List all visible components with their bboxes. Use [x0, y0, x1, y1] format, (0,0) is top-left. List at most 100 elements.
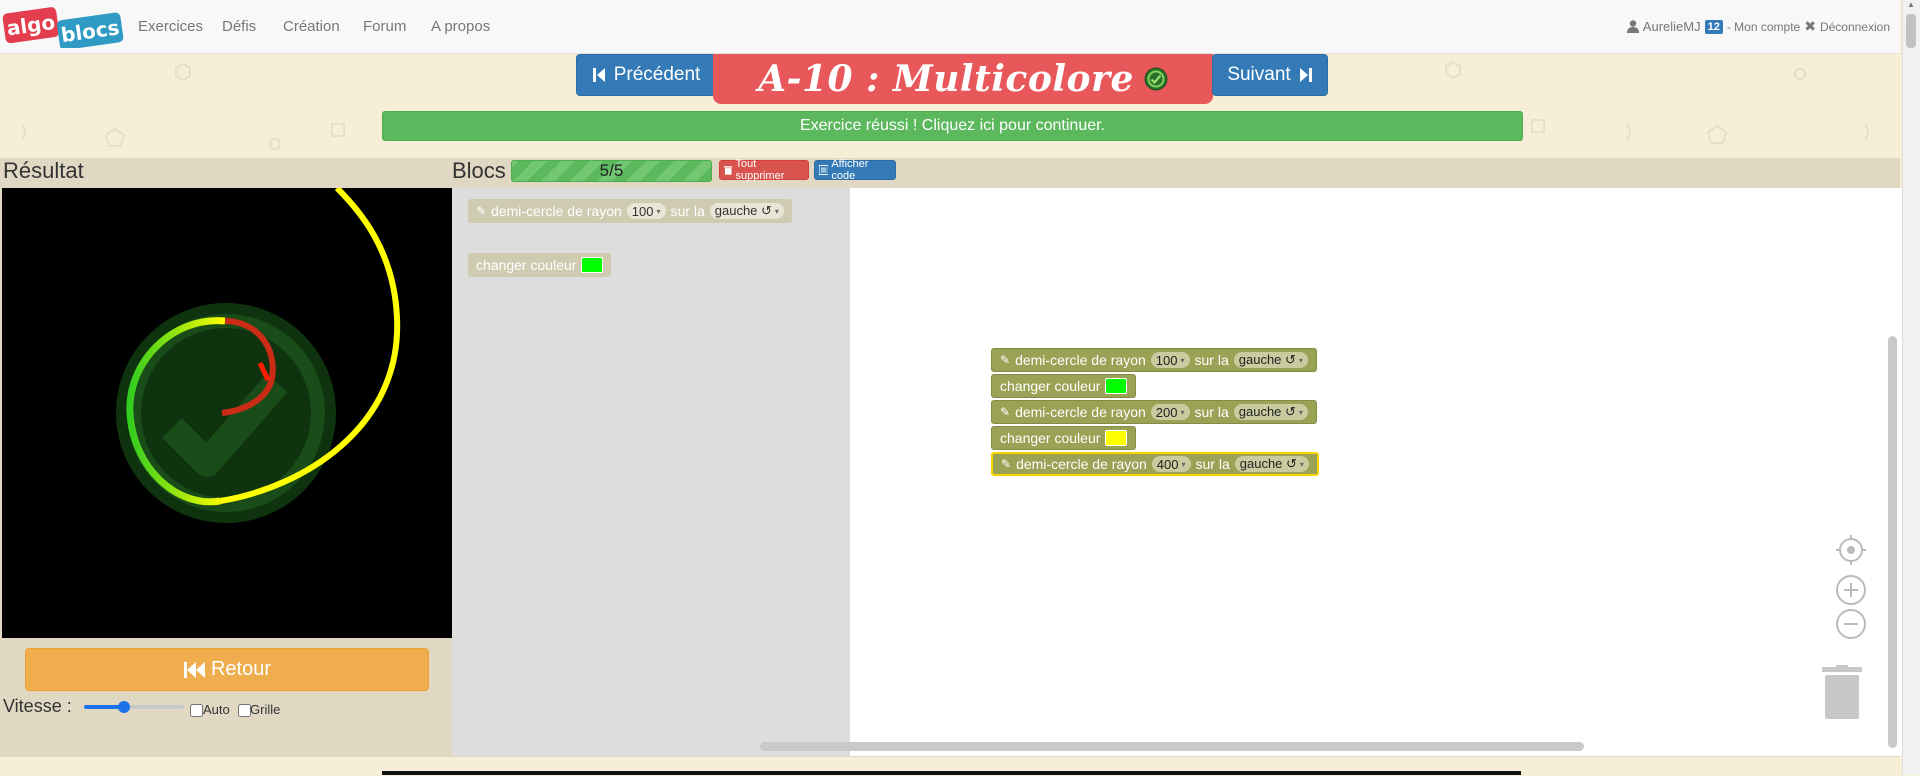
result-canvas: [2, 188, 452, 638]
nav-defis[interactable]: Défis: [222, 18, 256, 35]
logout-link[interactable]: Déconnexion: [1820, 20, 1890, 34]
direction-dropdown[interactable]: gauche ↺ ▾: [709, 203, 784, 219]
show-code-label: Afficher code: [831, 158, 869, 182]
direction-value: gauche ↺: [1239, 456, 1297, 471]
pencil-icon: ✎: [476, 204, 487, 218]
trash-icon: [724, 166, 733, 175]
delete-all-button[interactable]: Tout supprimer: [719, 158, 809, 182]
section-header-strip: [0, 158, 1900, 188]
previous-button[interactable]: Précédent: [576, 54, 716, 96]
account-link[interactable]: - Mon compte: [1727, 20, 1800, 34]
pencil-icon: ✎: [1001, 457, 1012, 471]
close-icon: ✖: [1804, 18, 1816, 34]
zoom-in-icon[interactable]: [1834, 573, 1868, 607]
direction-value: gauche ↺: [714, 203, 772, 218]
color-swatch[interactable]: [581, 257, 604, 273]
block-text: changer couleur: [1000, 378, 1101, 394]
skip-back-icon: [592, 68, 605, 82]
show-code-button[interactable]: Afficher code: [814, 158, 896, 182]
direction-dropdown[interactable]: gauche ↺ ▾: [1234, 456, 1309, 472]
radius-value: 400: [1156, 456, 1179, 472]
nav-exercices[interactable]: Exercices: [138, 18, 203, 35]
dropdown-caret-icon: ▾: [1180, 355, 1185, 365]
radius-value: 100: [1155, 352, 1178, 368]
block-text: demi-cercle de rayon: [1015, 404, 1146, 420]
program-block-4[interactable]: changer couleur: [991, 426, 1137, 450]
grid-label: Grille: [250, 702, 281, 717]
program-block-5[interactable]: ✎ demi-cercle de rayon 400 ▾ sur la gauch…: [991, 452, 1319, 476]
block-text-mid: sur la: [1194, 404, 1229, 420]
footer-bar: [382, 771, 1521, 775]
scroll-up-arrow-icon[interactable]: ▲: [1906, 0, 1916, 10]
direction-value: gauche ↺: [1238, 352, 1296, 367]
radius-value: 200: [1155, 404, 1178, 420]
auto-checkbox[interactable]: [190, 704, 203, 717]
next-label: Suivant: [1227, 64, 1291, 85]
radius-dropdown[interactable]: 100 ▾: [626, 203, 666, 219]
back-button[interactable]: Retour: [25, 648, 429, 691]
pencil-icon: ✎: [1000, 405, 1011, 419]
recenter-icon[interactable]: [1834, 533, 1868, 567]
page-scrollbar[interactable]: [1902, 0, 1920, 775]
trash-can-icon[interactable]: [1820, 665, 1864, 721]
block-text: demi-cercle de rayon: [491, 203, 622, 219]
exercise-title-box: A-10 : Multicolore: [713, 54, 1213, 104]
dropdown-caret-icon: ▾: [1298, 355, 1303, 365]
progress-bar: 5/5: [511, 160, 712, 182]
result-title: Résultat: [3, 158, 84, 183]
dropdown-caret-icon: ▾: [1180, 407, 1185, 417]
dropdown-caret-icon: ▾: [774, 206, 779, 216]
block-text-mid: sur la: [1195, 456, 1230, 472]
radius-dropdown[interactable]: 100 ▾: [1150, 352, 1190, 368]
dropdown-caret-icon: ▾: [1181, 459, 1186, 469]
direction-dropdown[interactable]: gauche ↺ ▾: [1233, 404, 1308, 420]
toolbox-block-color[interactable]: changer couleur: [468, 253, 612, 277]
check-circle-icon: [1144, 67, 1168, 91]
back-label: Retour: [210, 658, 272, 680]
delete-all-label: Tout supprimer: [735, 158, 785, 182]
speed-label: Vitesse :: [3, 696, 72, 716]
dropdown-caret-icon: ▾: [1298, 407, 1303, 417]
page-title: A-10 : Multicolore: [758, 58, 1134, 100]
auto-label: Auto: [203, 702, 230, 717]
radius-dropdown[interactable]: 200 ▾: [1150, 404, 1190, 420]
level-badge: 12: [1704, 19, 1723, 34]
dropdown-caret-icon: ▾: [656, 206, 661, 216]
dropdown-caret-icon: ▾: [1299, 459, 1304, 469]
block-text: demi-cercle de rayon: [1015, 352, 1146, 368]
program-block-1[interactable]: ✎ demi-cercle de rayon 100 ▾ sur la gauch…: [991, 348, 1317, 372]
zoom-out-icon[interactable]: [1834, 607, 1868, 641]
radius-value: 100: [631, 203, 654, 219]
direction-value: gauche ↺: [1238, 404, 1296, 419]
speed-slider[interactable]: [84, 700, 184, 714]
blocks-title: Blocs: [452, 158, 506, 183]
nav-creation[interactable]: Création: [283, 18, 340, 35]
nav-forum[interactable]: Forum: [363, 18, 406, 35]
program-block-2[interactable]: changer couleur: [991, 374, 1137, 398]
algoblocs-logo[interactable]: algo blocs: [2, 4, 124, 48]
direction-dropdown[interactable]: gauche ↺ ▾: [1233, 352, 1308, 368]
page-scrollbar-thumb[interactable]: [1906, 14, 1916, 48]
block-text-mid: sur la: [670, 203, 705, 219]
success-banner[interactable]: Exercice réussi ! Cliquez ici pour conti…: [382, 111, 1523, 141]
user-area: AurelieMJ 12 - Mon compte ✖ Déconnexion: [1626, 18, 1890, 35]
radius-dropdown[interactable]: 400 ▾: [1151, 456, 1191, 472]
rewind-icon: [183, 661, 205, 678]
next-button[interactable]: Suivant: [1212, 54, 1328, 96]
nav-a-propos[interactable]: A propos: [431, 18, 490, 35]
workspace-vertical-scrollbar[interactable]: [1888, 336, 1897, 748]
block-text: demi-cercle de rayon: [1016, 456, 1147, 472]
previous-label: Précédent: [613, 64, 701, 85]
progress-text: 5/5: [599, 161, 624, 180]
block-text: changer couleur: [476, 257, 577, 273]
pencil-icon: ✎: [1000, 353, 1011, 367]
user-icon: [1626, 20, 1639, 33]
color-swatch[interactable]: [1105, 430, 1128, 446]
color-swatch[interactable]: [1105, 378, 1128, 394]
username[interactable]: AurelieMJ: [1643, 19, 1701, 34]
program-block-3[interactable]: ✎ demi-cercle de rayon 200 ▾ sur la gauch…: [991, 400, 1317, 424]
toolbox-block-semicircle[interactable]: ✎ demi-cercle de rayon 100 ▾ sur la gauch…: [468, 199, 792, 223]
skip-forward-icon: [1299, 68, 1312, 82]
block-text-mid: sur la: [1194, 352, 1229, 368]
workspace-horizontal-scrollbar[interactable]: [760, 742, 1584, 751]
